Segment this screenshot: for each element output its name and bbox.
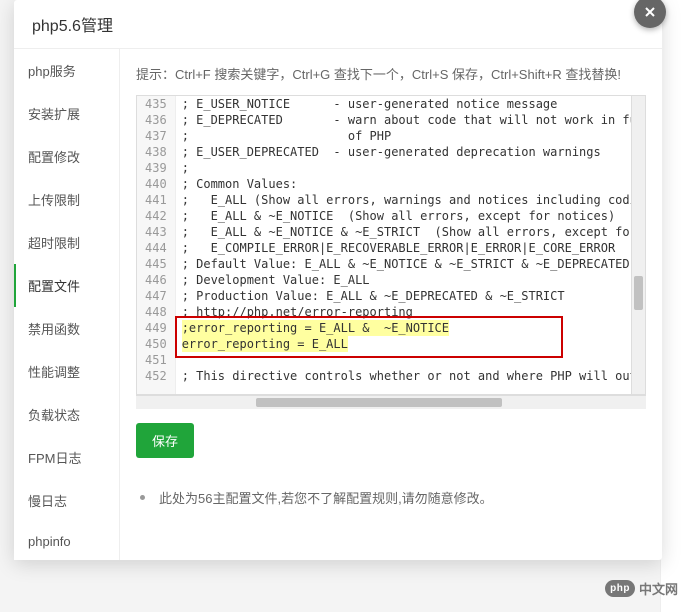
code-line[interactable]: ; Default Value: E_ALL & ~E_NOTICE & ~E_… [182, 256, 631, 272]
sidebar-item-4[interactable]: 超时限制 [14, 221, 119, 264]
sidebar-item-2[interactable]: 配置修改 [14, 135, 119, 178]
code-line[interactable]: ; [182, 160, 631, 176]
hint-text: 提示：Ctrl+F 搜索关键字，Ctrl+G 查找下一个，Ctrl+S 保存，C… [136, 64, 646, 83]
sidebar-item-8[interactable]: 负载状态 [14, 393, 119, 436]
note-text: 此处为56主配置文件,若您不了解配置规则,请勿随意修改。 [159, 488, 493, 507]
code-line[interactable]: ; E_DEPRECATED - warn about code that wi… [182, 112, 631, 128]
sidebar-item-0[interactable]: php服务 [14, 49, 119, 92]
sidebar-item-9[interactable]: FPM日志 [14, 436, 119, 479]
code-line[interactable]: ; E_USER_DEPRECATED - user-generated dep… [182, 144, 631, 160]
sidebar-item-10[interactable]: 慢日志 [14, 479, 119, 522]
code-line[interactable]: ; E_USER_NOTICE - user-generated notice … [182, 96, 631, 112]
code-line[interactable]: ; of PHP [182, 128, 631, 144]
note: 此处为56主配置文件,若您不了解配置规则,请勿随意修改。 [136, 488, 646, 507]
watermark: php 中文网 [605, 579, 678, 598]
code-line[interactable]: ; Common Values: [182, 176, 631, 192]
code-line[interactable]: ; E_ALL & ~E_NOTICE & ~E_STRICT (Show al… [182, 224, 631, 240]
code-line[interactable]: ; This directive controls whether or not… [182, 368, 631, 384]
code-line[interactable]: error_reporting = E_ALL [182, 336, 631, 352]
code-line[interactable]: ; E_ALL & ~E_NOTICE (Show all errors, ex… [182, 208, 631, 224]
sidebar-item-5[interactable]: 配置文件 [14, 264, 120, 307]
code-line[interactable]: ; http://php.net/error-reporting [182, 304, 631, 320]
save-button[interactable]: 保存 [136, 423, 194, 458]
modal-title: php5.6管理 [14, 0, 662, 49]
hscroll-thumb[interactable] [256, 398, 502, 407]
vscroll-thumb[interactable] [634, 276, 643, 310]
horizontal-scrollbar[interactable] [136, 395, 646, 409]
watermark-text: 中文网 [639, 579, 678, 598]
bullet-icon [140, 495, 145, 500]
code-line[interactable]: ;error_reporting = E_ALL & ~E_NOTICE [182, 320, 631, 336]
vertical-scrollbar[interactable] [631, 96, 645, 394]
code-line[interactable]: ; Production Value: E_ALL & ~E_DEPRECATE… [182, 288, 631, 304]
sidebar-item-6[interactable]: 禁用函数 [14, 307, 119, 350]
code-editor[interactable]: 4354364374384394404414424434444454464474… [136, 95, 646, 395]
main-panel: 提示：Ctrl+F 搜索关键字，Ctrl+G 查找下一个，Ctrl+S 保存，C… [120, 49, 662, 560]
watermark-logo: php [605, 580, 635, 597]
close-icon [642, 4, 658, 20]
sidebar-item-3[interactable]: 上传限制 [14, 178, 119, 221]
code-content[interactable]: ; E_USER_NOTICE - user-generated notice … [176, 96, 631, 394]
line-gutter: 4354364374384394404414424434444454464474… [137, 96, 176, 394]
code-line[interactable]: ; E_COMPILE_ERROR|E_RECOVERABLE_ERROR|E_… [182, 240, 631, 256]
code-line[interactable]: ; E_ALL (Show all errors, warnings and n… [182, 192, 631, 208]
code-line[interactable] [182, 352, 631, 368]
modal: php5.6管理 php服务安装扩展配置修改上传限制超时限制配置文件禁用函数性能… [14, 0, 662, 560]
sidebar: php服务安装扩展配置修改上传限制超时限制配置文件禁用函数性能调整负载状态FPM… [14, 49, 120, 560]
sidebar-item-1[interactable]: 安装扩展 [14, 92, 119, 135]
code-line[interactable]: ; Development Value: E_ALL [182, 272, 631, 288]
sidebar-item-7[interactable]: 性能调整 [14, 350, 119, 393]
sidebar-item-11[interactable]: phpinfo [14, 522, 119, 560]
